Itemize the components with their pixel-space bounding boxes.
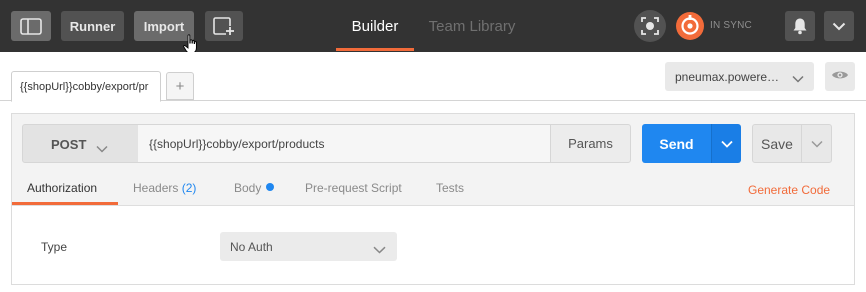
method-label: POST [51, 137, 87, 152]
tab-headers-label: Headers [133, 181, 179, 195]
active-subtab-indicator [12, 202, 118, 205]
new-window-button[interactable] [205, 11, 243, 41]
tab-builder[interactable]: Builder [336, 0, 414, 52]
interceptor-button[interactable] [634, 10, 666, 42]
send-options-button[interactable] [711, 124, 741, 163]
eye-icon [831, 68, 849, 86]
tab-prerequest-script[interactable]: Pre-request Script [305, 181, 402, 195]
tab-body-label: Body [234, 181, 262, 195]
menu-dropdown-button[interactable] [824, 11, 854, 41]
tab-tests[interactable]: Tests [436, 181, 464, 195]
tab-headers[interactable]: Headers (2) [133, 181, 196, 195]
headers-count-badge: (2) [181, 181, 197, 195]
auth-type-select[interactable]: No Auth [220, 232, 397, 261]
save-button[interactable]: Save [752, 124, 802, 163]
tab-authorization[interactable]: Authorization [27, 181, 97, 195]
sidebar-toggle-icon [20, 17, 42, 35]
body-indicator-dot [266, 183, 275, 191]
notifications-button[interactable] [785, 11, 815, 41]
tab-team-library[interactable]: Team Library [420, 0, 524, 52]
environment-quick-look-button[interactable] [825, 62, 855, 91]
tab-body[interactable]: Body [234, 181, 275, 195]
chevron-down-icon [720, 135, 733, 153]
active-tab-indicator [336, 48, 414, 51]
add-tab-button[interactable]: + [166, 72, 194, 100]
runner-button[interactable]: Runner [61, 11, 124, 41]
interceptor-icon [640, 16, 660, 36]
sync-status-label: IN SYNC [710, 20, 752, 31]
chevron-down-icon [96, 140, 108, 158]
request-tab[interactable]: {{shopUrl}}cobby/export/pr [11, 71, 161, 102]
generate-code-link[interactable]: Generate Code [748, 183, 830, 197]
sidebar-toggle-button[interactable] [11, 11, 51, 41]
send-button[interactable]: Send [642, 124, 711, 163]
url-input[interactable]: {{shopUrl}}cobby/export/products [138, 124, 551, 163]
chevron-down-icon [792, 70, 804, 88]
new-window-icon [213, 16, 235, 36]
save-options-button[interactable] [801, 124, 832, 163]
chevron-down-icon [832, 22, 846, 31]
bell-icon [792, 17, 808, 35]
chevron-down-icon [373, 241, 386, 259]
auth-type-label: Type [41, 240, 68, 254]
params-button[interactable]: Params [550, 124, 631, 163]
chevron-down-icon [810, 135, 823, 153]
sync-icon[interactable] [675, 11, 705, 46]
